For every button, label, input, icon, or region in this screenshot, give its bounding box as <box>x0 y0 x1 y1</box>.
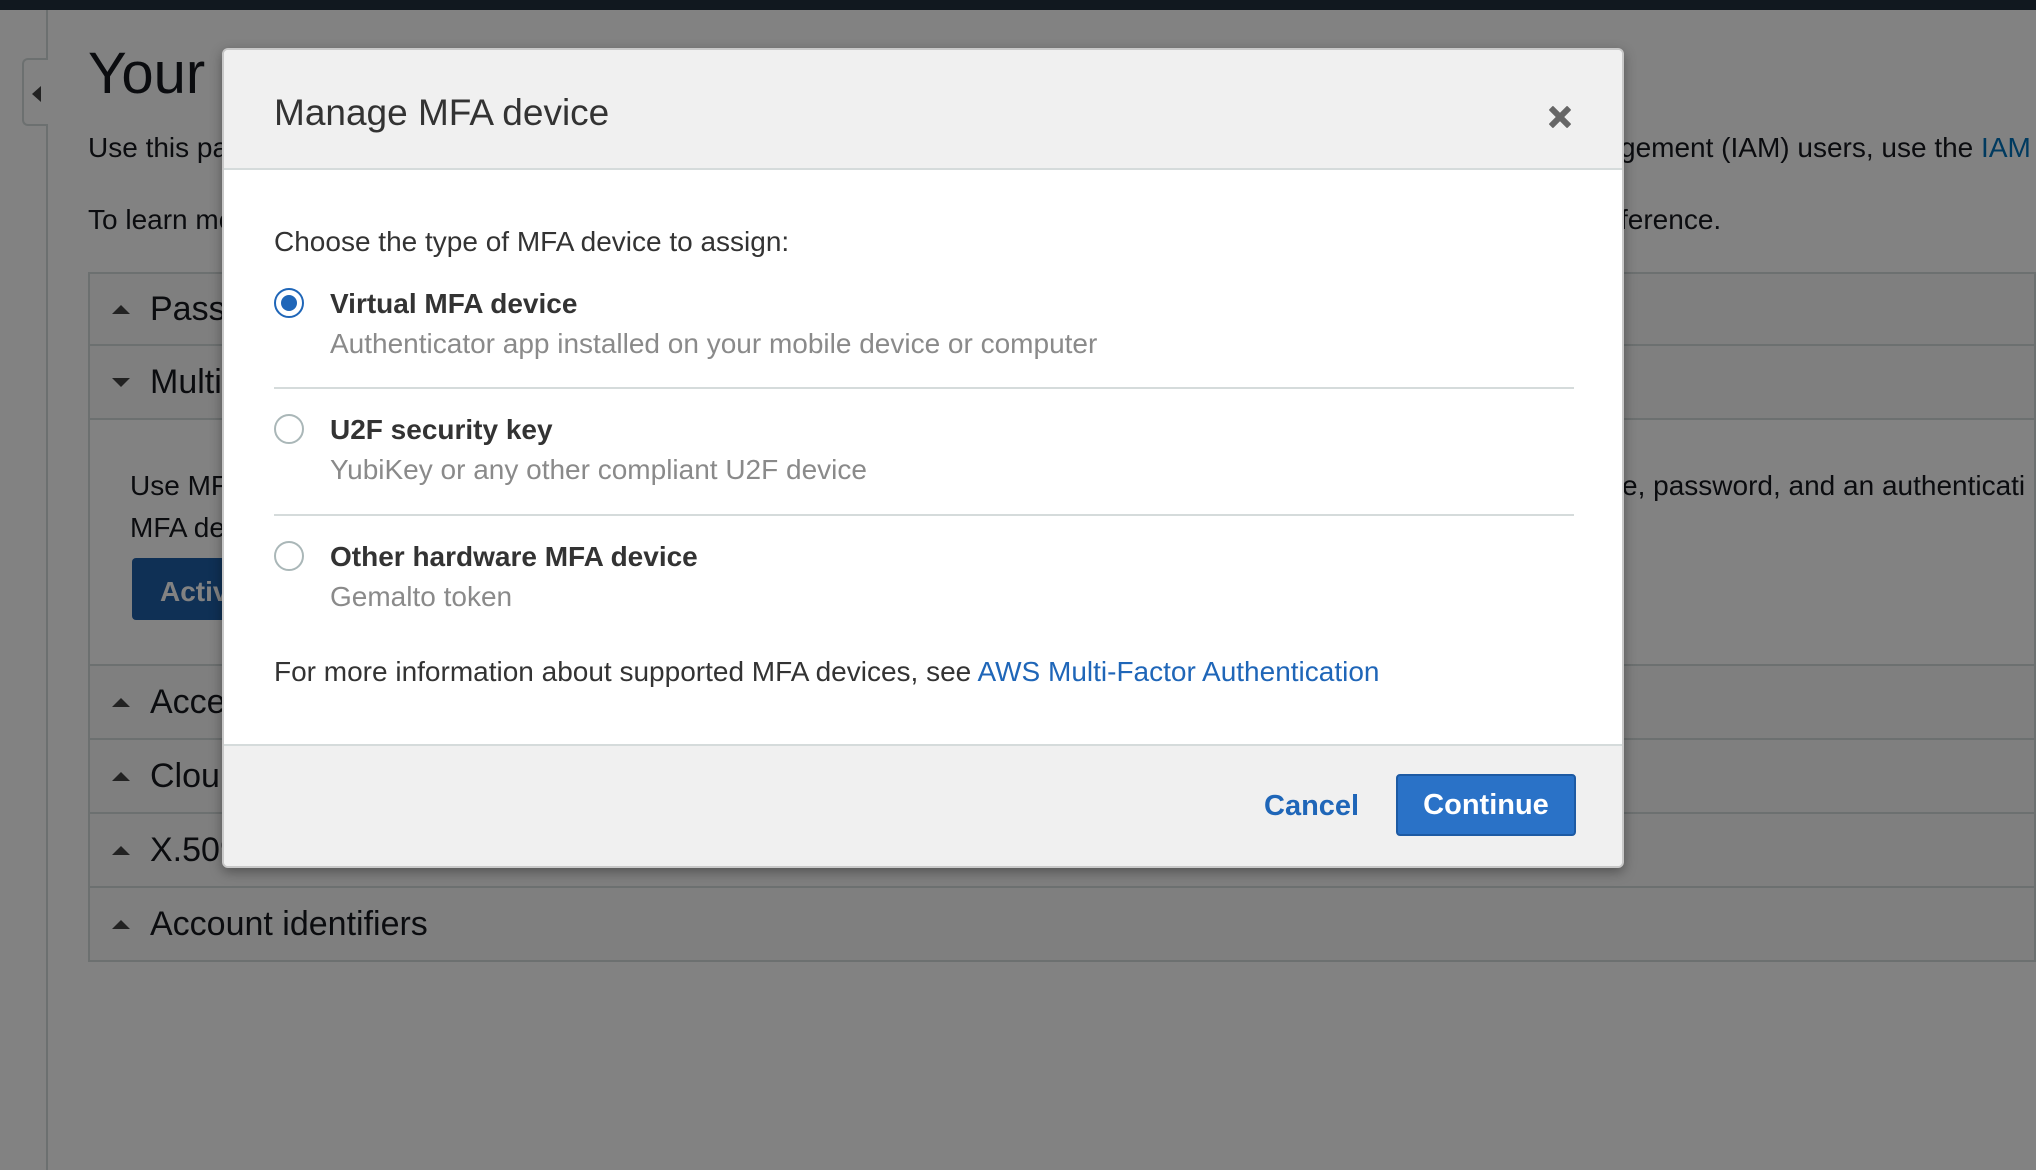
radio-hardware-mfa[interactable] <box>274 541 304 571</box>
option-description: YubiKey or any other compliant U2F devic… <box>330 454 867 485</box>
option-divider <box>274 514 1574 516</box>
option-description: Gemalto token <box>330 581 513 612</box>
manage-mfa-dialog: Manage MFA device Choose the type of MFA… <box>222 48 1624 868</box>
close-icon[interactable] <box>1544 100 1578 134</box>
dialog-title: Manage MFA device <box>274 92 610 133</box>
option-label: U2F security key <box>330 414 553 445</box>
continue-button[interactable]: Continue <box>1396 774 1576 836</box>
option-hardware-mfa[interactable]: Other hardware MFA device Gemalto token <box>274 541 1574 661</box>
option-divider <box>274 387 1574 389</box>
option-virtual-mfa[interactable]: Virtual MFA device Authenticator app ins… <box>274 288 1574 408</box>
cancel-button[interactable]: Cancel <box>1264 790 1359 823</box>
option-label: Virtual MFA device <box>330 288 578 319</box>
option-u2f-key[interactable]: U2F security key YubiKey or any other co… <box>274 414 1574 534</box>
radio-u2f-key[interactable] <box>274 414 304 444</box>
device-type-prompt: Choose the type of MFA device to assign: <box>274 226 790 257</box>
aws-mfa-link[interactable]: AWS Multi-Factor Authentication <box>977 656 1379 687</box>
option-label: Other hardware MFA device <box>330 541 698 572</box>
dialog-header: Manage MFA device <box>224 50 1622 170</box>
more-info-label: For more information about supported MFA… <box>274 656 978 687</box>
option-description: Authenticator app installed on your mobi… <box>330 328 1098 359</box>
dialog-footer: Cancel Continue <box>224 744 1622 866</box>
radio-virtual-mfa[interactable] <box>274 288 304 318</box>
radio-selected-dot <box>281 295 297 311</box>
more-info-text: For more information about supported MFA… <box>274 656 1380 688</box>
